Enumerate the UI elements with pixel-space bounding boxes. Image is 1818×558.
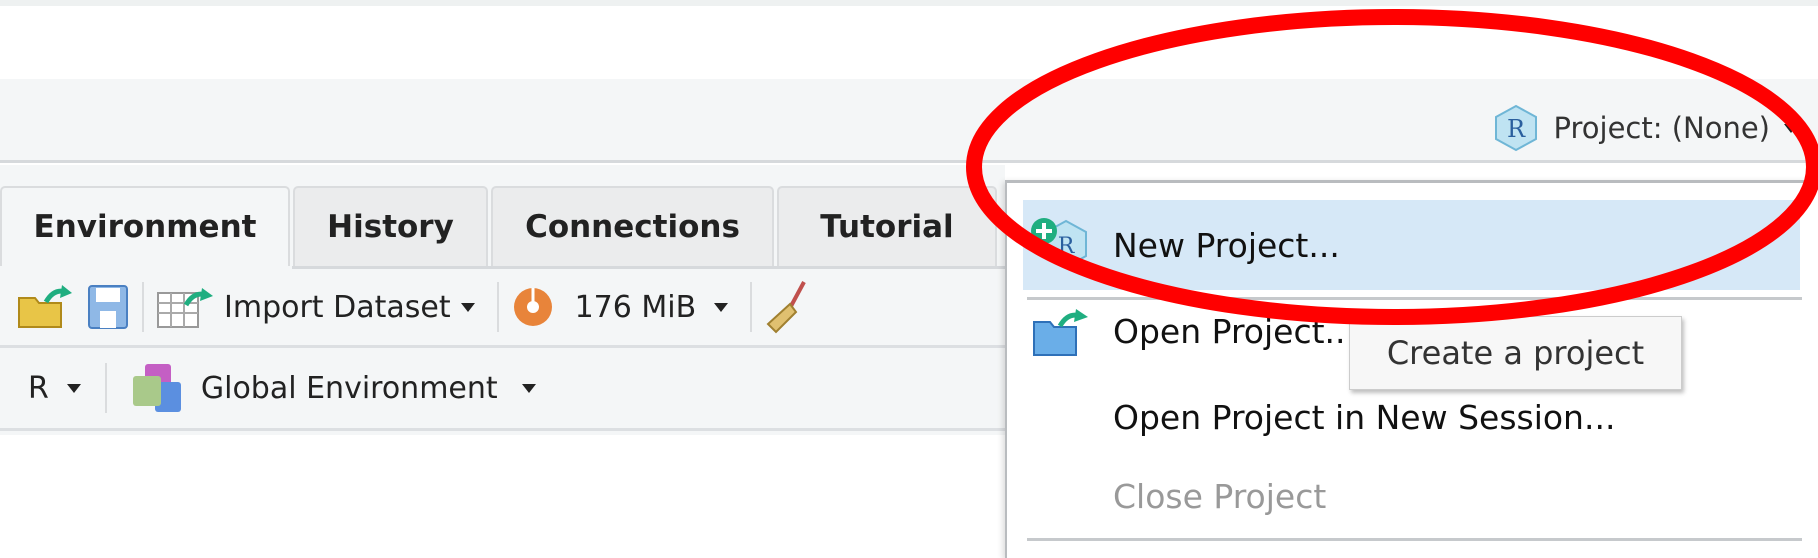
memory-usage-button[interactable]: 176 MiB <box>511 285 729 329</box>
menu-separator <box>1027 538 1802 541</box>
environment-toolbar: Import Dataset 176 MiB <box>0 269 1005 348</box>
tab-label: Environment <box>33 209 257 245</box>
load-workspace-icon[interactable] <box>16 284 72 330</box>
environment-selector-bar: R Global Environment <box>0 348 1005 431</box>
menu-item-label: New Project... <box>1113 225 1340 265</box>
language-label: R <box>28 370 49 406</box>
project-label: Project: (None) <box>1553 111 1771 145</box>
tab-environment[interactable]: Environment <box>0 186 290 266</box>
memory-usage-label: 176 MiB <box>574 289 697 325</box>
environment-dropdown[interactable]: Global Environment <box>131 362 536 414</box>
chevron-down-icon <box>521 383 536 393</box>
tooltip: Create a project <box>1349 316 1682 390</box>
svg-text:R: R <box>1506 115 1525 143</box>
menu-item-label: Open Project in New Session... <box>1113 397 1616 437</box>
import-dataset-button[interactable]: Import Dataset <box>156 285 475 329</box>
menu-item-close-project: Close Project <box>1023 451 1800 541</box>
new-project-icon: R <box>1025 215 1095 275</box>
tab-label: Connections <box>525 209 740 245</box>
memory-pie-icon <box>513 288 552 326</box>
language-dropdown[interactable]: R <box>28 371 81 406</box>
toolbar-separator <box>104 363 107 413</box>
tab-label: Tutorial <box>820 209 954 245</box>
toolbar-separator <box>142 282 144 332</box>
broom-icon[interactable] <box>764 280 812 334</box>
environment-layers-icon <box>132 364 181 412</box>
toolbar-separator <box>750 282 753 332</box>
chevron-down-icon <box>66 383 81 393</box>
top-strip <box>0 0 1818 6</box>
tab-history[interactable]: History <box>293 186 488 266</box>
chevron-down-icon <box>460 302 475 312</box>
environment-label: Global Environment <box>200 370 498 406</box>
tab-label: History <box>327 209 454 245</box>
import-dataset-label: Import Dataset <box>224 289 451 325</box>
import-dataset-icon <box>157 288 213 328</box>
tooltip-text: Create a project <box>1386 334 1645 372</box>
menu-icon-spacer <box>1025 466 1095 526</box>
toolbar-separator <box>496 282 499 332</box>
tab-tutorial[interactable]: Tutorial <box>777 186 997 266</box>
tab-connections[interactable]: Connections <box>491 186 774 266</box>
pane-tabs: Environment History Connections Tutorial <box>0 186 1000 268</box>
save-workspace-icon[interactable] <box>86 283 130 331</box>
menu-item-new-project[interactable]: R New Project... <box>1023 200 1800 290</box>
r-project-icon: R <box>1494 104 1537 152</box>
open-folder-icon <box>1025 301 1095 361</box>
menu-item-label: Close Project <box>1113 476 1327 516</box>
menu-item-label: Open Project... <box>1113 311 1357 351</box>
chevron-down-icon <box>714 302 729 312</box>
menu-icon-spacer <box>1025 387 1095 447</box>
svg-text:R: R <box>1058 234 1076 259</box>
project-menu-button[interactable]: R Project: (None) <box>1492 104 1798 152</box>
chevron-down-icon <box>1784 123 1798 133</box>
